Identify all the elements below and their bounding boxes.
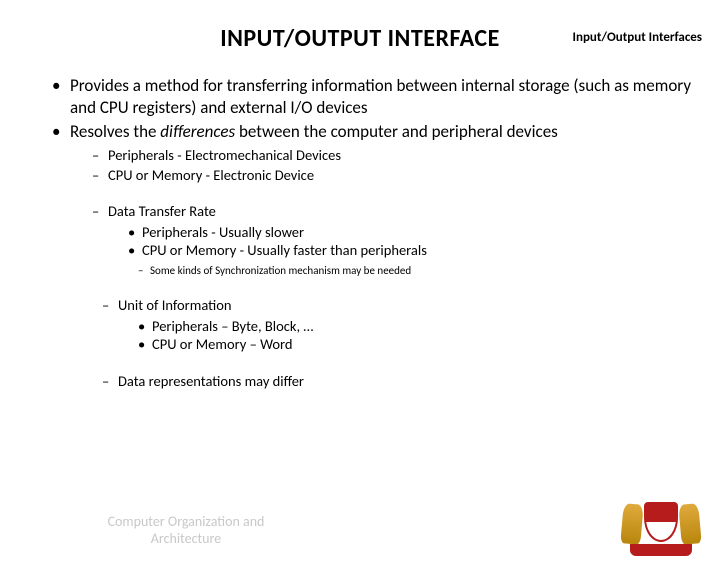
sub-data-rate-label: Data Transfer Rate <box>108 202 216 220</box>
bullet-1: Provides a method for transferring infor… <box>52 75 696 119</box>
sub-cpu-device: CPU or Memory - Electronic Device <box>92 166 696 185</box>
sub-unit-info: Unit of Information Peripherals – Byte, … <box>102 296 696 354</box>
bullet-2-em: differences <box>160 121 235 142</box>
unit-peripherals: Peripherals – Byte, Block, … <box>138 317 696 336</box>
sub-data-repr: Data representations may differ <box>102 372 696 391</box>
sync-note: Some kinds of Synchronization mechanism … <box>138 264 696 278</box>
header-label: Input/Output Interfaces <box>573 30 703 45</box>
footer-line-1: Computer Organization and <box>96 514 276 531</box>
sub-peripherals-device: Peripherals - Electromechanical Devices <box>92 146 696 165</box>
slide-body: Provides a method for transferring infor… <box>0 75 720 390</box>
crest-logo-icon <box>620 496 702 556</box>
rate-peripherals: Peripherals - Usually slower <box>128 223 696 242</box>
rate-cpu: CPU or Memory - Usually faster than peri… <box>128 241 696 260</box>
bullet-2-pre: Resolves the <box>70 121 160 142</box>
bullet-2: Resolves the differences between the com… <box>52 121 696 391</box>
footer-text: Computer Organization and Architecture <box>96 514 276 548</box>
sub-data-rate: Data Transfer Rate Peripherals - Usually… <box>92 202 696 278</box>
unit-cpu: CPU or Memory – Word <box>138 335 696 354</box>
sub-unit-info-label: Unit of Information <box>118 296 231 314</box>
bullet-2-post: between the computer and peripheral devi… <box>235 121 558 142</box>
